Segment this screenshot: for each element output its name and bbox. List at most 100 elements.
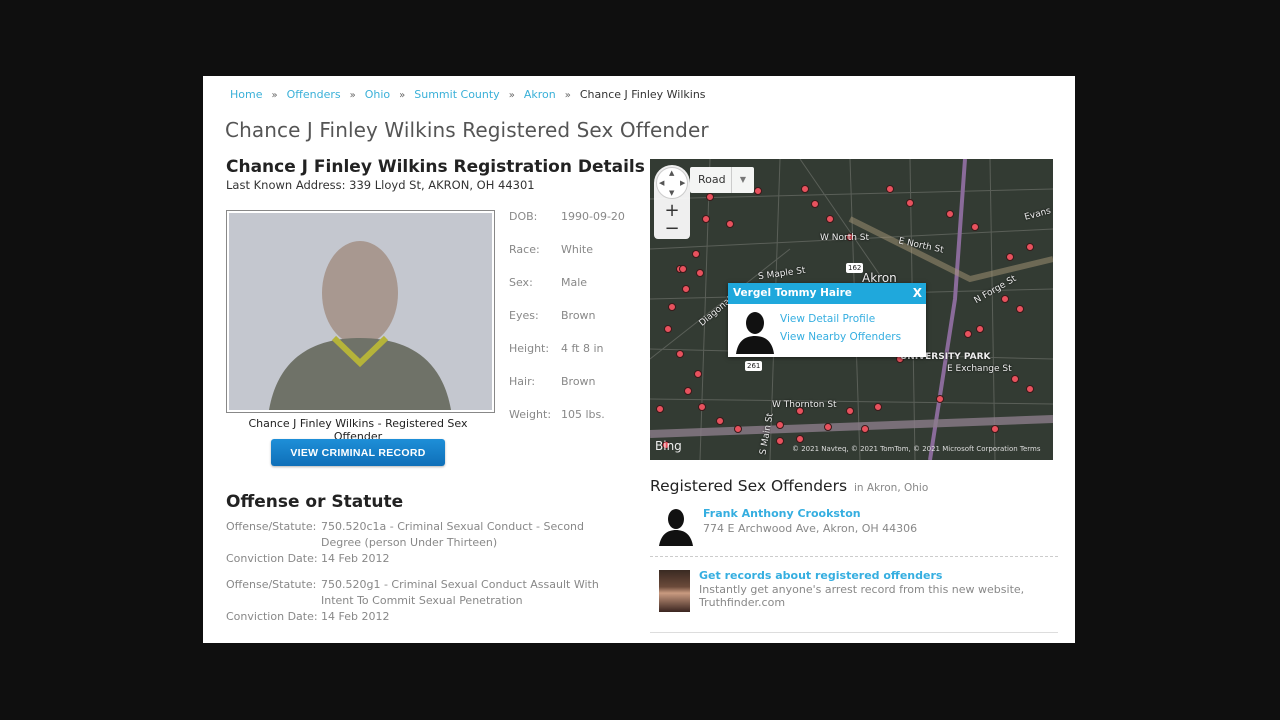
offense-heading: Offense or Statute [226,492,404,512]
person-silhouette-icon [269,241,451,410]
offender-photo [226,210,495,413]
offender-marker[interactable] [702,215,710,223]
offense-value: 750.520c1a - Criminal Sexual Conduct - S… [321,520,585,549]
breadcrumb-summit-county[interactable]: Summit County [414,88,499,101]
close-icon[interactable]: X [913,283,922,304]
offender-marker[interactable] [656,405,664,413]
breadcrumb-separator: » [508,90,515,101]
offender-marker[interactable] [696,269,704,277]
offender-marker[interactable] [776,437,784,445]
map-type-dropdown[interactable]: Road ▼ [690,167,754,193]
detail-label: Weight: [509,408,552,421]
offender-marker[interactable] [1011,375,1019,383]
offender-marker[interactable] [698,403,706,411]
registration-heading: Chance J Finley Wilkins Registration Det… [226,157,645,177]
conviction-label: Conviction Date: [226,552,318,565]
offender-marker[interactable] [991,425,999,433]
offender-map[interactable]: W North St E North St S Maple St Akron N… [650,159,1053,460]
offender-marker[interactable] [976,325,984,333]
map-copyright[interactable]: © 2021 Navteq, © 2021 TomTom, © 2021 Mic… [792,445,1041,453]
offender-marker[interactable] [1026,243,1034,251]
offense-value: 750.520g1 - Criminal Sexual Conduct Assa… [321,578,599,607]
conviction-value: 14 Feb 2012 [321,610,390,623]
detail-value: White [561,243,593,256]
pan-compass[interactable]: ▲ ▼ ◀ ▶ [656,167,688,199]
breadcrumb-akron[interactable]: Akron [524,88,556,101]
offense-label: Offense/Statute: [226,520,317,533]
offender-marker[interactable] [936,395,944,403]
breadcrumb: Home » Offenders » Ohio » Summit County » Akron »… [230,88,706,101]
offender-marker[interactable] [1001,295,1009,303]
ad-item[interactable]: Get records about registered offenders I… [650,564,1058,633]
breadcrumb-separator: » [564,90,571,101]
offender-marker[interactable] [684,387,692,395]
detail-label: Sex: [509,276,533,289]
map-type-value: Road [698,173,726,186]
offender-marker[interactable] [726,220,734,228]
offender-marker[interactable] [861,425,869,433]
offender-marker[interactable] [796,435,804,443]
web-page: Home » Offenders » Ohio » Summit County » Akron »… [203,76,1075,643]
offender-marker[interactable] [874,403,882,411]
person-silhouette-icon [736,312,774,354]
breadcrumb-separator: » [399,90,406,101]
offender-marker[interactable] [1016,305,1024,313]
offender-marker[interactable] [1026,385,1034,393]
route-shield: 261 [745,361,763,371]
offender-marker[interactable] [734,425,742,433]
zoom-out-button[interactable]: − [654,220,690,238]
offender-marker[interactable] [824,423,832,431]
zoom-in-button[interactable]: + [654,202,690,220]
offender-marker[interactable] [668,303,676,311]
detail-value: 1990-09-20 [561,210,625,223]
conviction-label: Conviction Date: [226,610,318,623]
detail-label: Hair: [509,375,536,388]
offender-marker[interactable] [692,250,700,258]
offender-marker[interactable] [964,330,972,338]
detail-value: Male [561,276,588,289]
offender-name-link[interactable]: Frank Anthony Crookston [703,507,861,520]
section-title: Registered Sex Offenders [650,477,848,495]
popup-offender-name: Vergel Tommy Haire [733,287,852,299]
detail-label: DOB: [509,210,538,223]
breadcrumb-offenders[interactable]: Offenders [287,88,341,101]
route-shield: 162 [846,263,864,273]
ad-title-link[interactable]: Get records about registered offenders [699,569,942,582]
offender-marker[interactable] [706,193,714,201]
section-location: in Akron, Ohio [853,482,929,494]
offender-list-item[interactable]: Frank Anthony Crookston 774 E Archwood A… [650,504,1058,557]
offender-marker[interactable] [676,350,684,358]
offender-marker[interactable] [971,223,979,231]
offender-marker[interactable] [682,285,690,293]
map-navigation-control: ▲ ▼ ◀ ▶ + − [654,165,690,239]
offender-marker[interactable] [946,210,954,218]
offender-marker[interactable] [694,370,702,378]
offender-marker[interactable] [754,187,762,195]
offense-label: Offense/Statute: [226,578,317,591]
offender-marker[interactable] [886,185,894,193]
offender-marker[interactable] [664,325,672,333]
offender-marker[interactable] [1006,253,1014,261]
offender-marker[interactable] [811,200,819,208]
offender-marker[interactable] [716,417,724,425]
view-detail-profile-link[interactable]: View Detail Profile [780,313,875,325]
offender-marker[interactable] [801,185,809,193]
detail-label: Height: [509,342,550,355]
offender-marker[interactable] [826,215,834,223]
person-silhouette-icon [659,509,693,546]
offender-marker[interactable] [679,265,687,273]
popup-header: Vergel Tommy Haire X [728,283,926,304]
view-criminal-record-button[interactable]: VIEW CRIMINAL RECORD [271,439,445,466]
detail-label: Race: [509,243,540,256]
offender-marker[interactable] [776,421,784,429]
view-nearby-offenders-link[interactable]: View Nearby Offenders [780,331,901,343]
detail-value: 4 ft 8 in [561,342,604,355]
street-label: E Exchange St [947,364,1012,374]
detail-value: 105 lbs. [561,408,605,421]
breadcrumb-ohio[interactable]: Ohio [365,88,390,101]
ad-thumbnail [659,570,690,612]
offender-marker[interactable] [846,407,854,415]
offender-marker[interactable] [906,199,914,207]
offender-popup: Vergel Tommy Haire X View Detail Profile… [728,283,926,357]
breadcrumb-home[interactable]: Home [230,88,262,101]
